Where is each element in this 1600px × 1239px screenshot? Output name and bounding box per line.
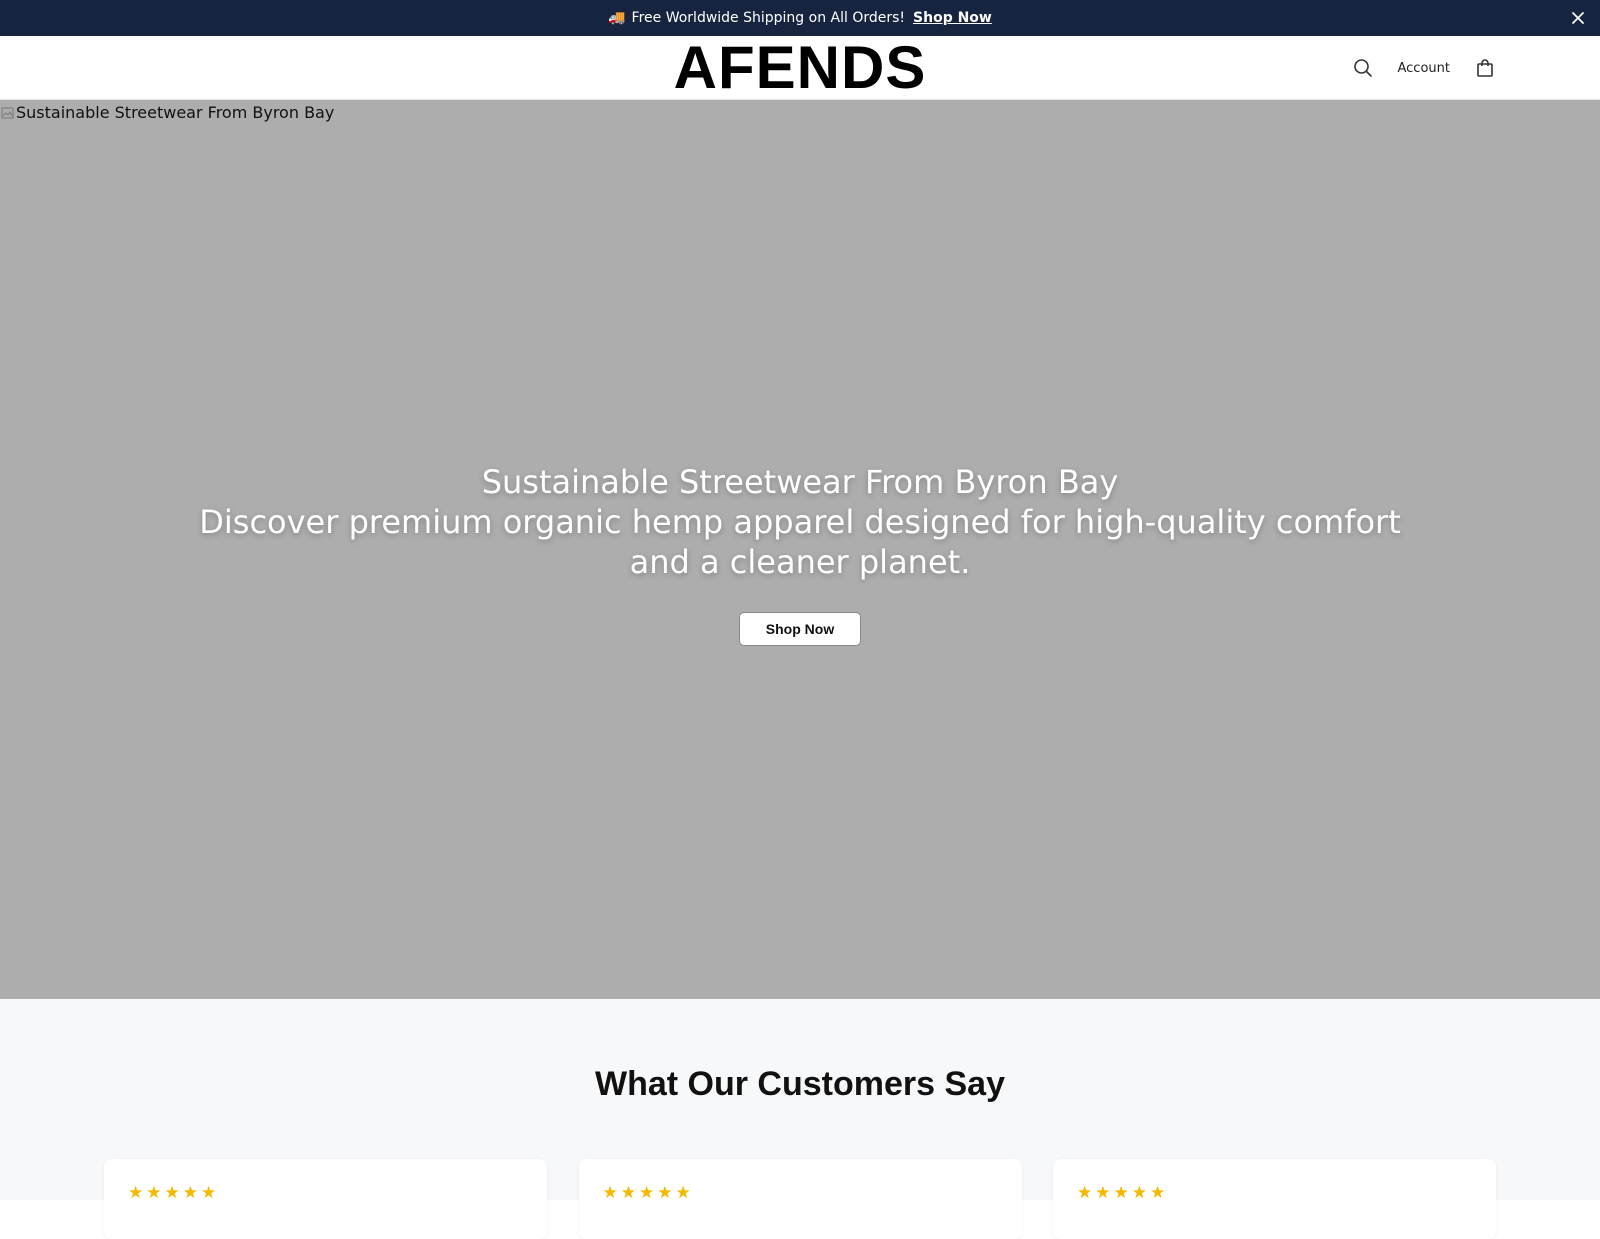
hero-title: Sustainable Streetwear From Byron Bay bbox=[481, 463, 1119, 501]
hero-subtitle: Discover premium organic hemp apparel de… bbox=[199, 503, 1401, 581]
testimonials-heading: What Our Customers Say bbox=[595, 1065, 1005, 1103]
site-header: AFENDS Account bbox=[0, 36, 1600, 100]
announcement-text: Free Worldwide Shipping on All Orders! bbox=[631, 10, 906, 26]
star-rating: ★★★★★ bbox=[1077, 1183, 1169, 1203]
account-link[interactable]: Account bbox=[1398, 61, 1451, 76]
testimonial-card: ★★★★★ bbox=[1053, 1159, 1496, 1239]
broken-image-icon bbox=[0, 105, 16, 121]
hero-banner: Sustainable Streetwear From Byron Bay Su… bbox=[0, 100, 1600, 999]
announcement-shop-now-link[interactable]: Shop Now bbox=[913, 10, 992, 26]
testimonial-cards: ★★★★★ ★★★★★ ★★★★★ bbox=[104, 1159, 1496, 1239]
hero-shop-now-button[interactable]: Shop Now bbox=[739, 612, 861, 646]
hero-image-alt-text: Sustainable Streetwear From Byron Bay bbox=[16, 103, 335, 122]
star-rating: ★★★★★ bbox=[602, 1183, 694, 1203]
header-actions: Account bbox=[1352, 36, 1497, 100]
truck-icon: 🚚 bbox=[608, 10, 626, 26]
close-icon[interactable] bbox=[1568, 8, 1588, 28]
hero-content: Sustainable Streetwear From Byron Bay Di… bbox=[0, 462, 1600, 646]
shopping-bag-icon[interactable] bbox=[1474, 57, 1496, 79]
search-icon[interactable] bbox=[1352, 57, 1374, 79]
hero-image-placeholder: Sustainable Streetwear From Byron Bay bbox=[0, 103, 334, 122]
star-rating: ★★★★★ bbox=[128, 1183, 220, 1203]
testimonial-card: ★★★★★ bbox=[104, 1159, 547, 1239]
announcement-bar: 🚚 Free Worldwide Shipping on All Orders!… bbox=[0, 0, 1600, 36]
testimonials-section: What Our Customers Say ★★★★★ ★★★★★ ★★★★★ bbox=[0, 999, 1600, 1239]
testimonial-card: ★★★★★ bbox=[578, 1159, 1022, 1239]
